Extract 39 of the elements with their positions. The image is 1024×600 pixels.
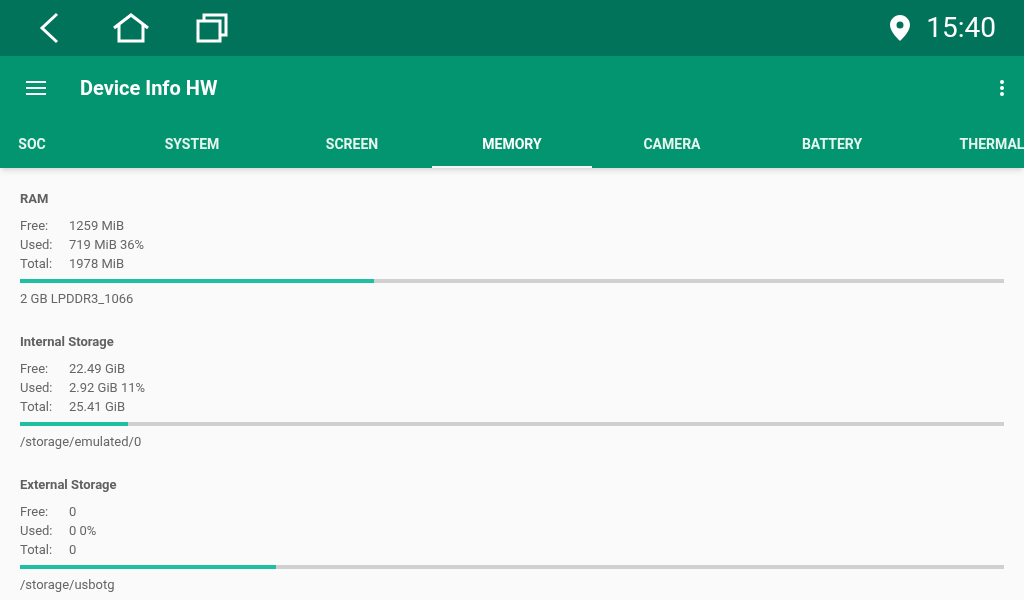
row-label: Total: — [20, 255, 54, 273]
row-value: 2.92 GiB 11% — [69, 379, 146, 397]
row-label: Total: — [20, 398, 54, 416]
row-value: 0 — [69, 541, 77, 559]
row-value: 22.49 GiB — [69, 360, 125, 378]
tab[interactable]: SYSTEM — [112, 120, 272, 168]
section-title: Internal Storage — [20, 333, 115, 351]
more-options-icon[interactable] — [1000, 80, 1004, 96]
recent-apps-icon[interactable] — [196, 13, 230, 43]
app-title: Device Info HW — [80, 75, 218, 102]
row-value: 1259 MiB — [69, 217, 125, 235]
section-title: External Storage — [20, 476, 118, 494]
section-note: /storage/emulated/0 — [20, 433, 143, 451]
section-note: 2 GB LPDDR3_1066 — [20, 290, 135, 308]
row-label: Free: — [20, 360, 50, 378]
back-icon[interactable] — [38, 12, 60, 44]
tab[interactable]: MEMORY — [432, 120, 592, 168]
row-label: Free: — [20, 503, 50, 521]
row-label: Total: — [20, 541, 54, 559]
row-value: 0 0% — [69, 522, 97, 540]
section-note: /storage/usbotg — [20, 576, 116, 594]
tab[interactable]: SOC — [0, 120, 112, 168]
row-value: 25.41 GiB — [69, 398, 125, 416]
tab[interactable]: BATTERY — [752, 120, 912, 168]
tab[interactable]: CAMERA — [592, 120, 752, 168]
row-label: Free: — [20, 217, 50, 235]
row-label: Used: — [20, 522, 54, 540]
row-label: Used: — [20, 379, 54, 397]
home-icon[interactable] — [112, 13, 150, 43]
row-value: 1978 MiB — [69, 255, 125, 273]
row-value: 0 — [69, 503, 77, 521]
location-pin-icon — [890, 15, 911, 41]
section-title: RAM — [20, 190, 50, 208]
clock-time: 15:40 — [926, 10, 996, 46]
row-label: Used: — [20, 236, 54, 254]
tab[interactable]: SCREEN — [272, 120, 432, 168]
tab[interactable]: THERMAL — [912, 120, 1024, 168]
menu-icon[interactable] — [26, 81, 46, 95]
row-value: 719 MiB 36% — [69, 236, 145, 254]
